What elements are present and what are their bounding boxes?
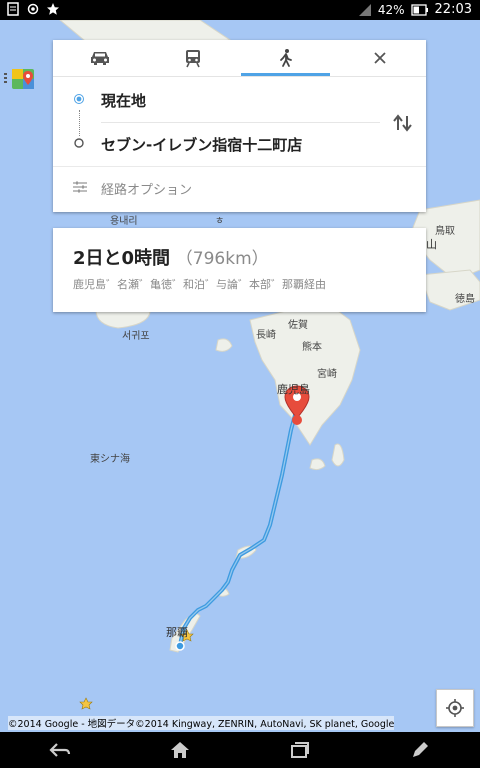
map-label-nagasaki: 長崎 — [256, 330, 276, 341]
map-label-top-partial: ㅎ — [215, 216, 225, 227]
map-label-miyazaki: 宮崎 — [317, 369, 337, 380]
map-label-naha: 那覇 — [166, 626, 188, 639]
origin-row[interactable]: 現在地 — [53, 88, 426, 112]
home-button[interactable] — [160, 735, 200, 765]
crosshair-icon — [446, 699, 464, 717]
swap-arrows-icon — [393, 114, 412, 132]
car-icon — [90, 52, 109, 65]
map-star-marker-south — [79, 697, 93, 710]
close-icon — [373, 52, 386, 64]
origin-dot-icon — [74, 94, 84, 104]
map-label-onaeri: 용내리 — [110, 216, 138, 227]
battery-icon — [410, 3, 428, 16]
walk-icon — [279, 49, 292, 67]
pen-icon — [413, 742, 428, 757]
gps-icon — [27, 3, 39, 15]
notification-doc-icon — [7, 2, 19, 16]
recents-button[interactable] — [280, 735, 320, 765]
route-distance: （796km） — [175, 249, 269, 269]
route-options-label: 経路オプション — [101, 183, 193, 198]
my-location-button[interactable] — [436, 689, 474, 727]
clock: 22:03 — [434, 2, 472, 17]
close-button[interactable] — [333, 40, 426, 76]
signal-icon — [358, 3, 371, 16]
route-via: 鹿児島゛名瀬゛亀徳゛和泊゛与論゛本部゛那覇経由 — [73, 278, 326, 291]
destination-circle-icon — [74, 138, 84, 148]
map-label-east-china-sea: 東シナ海 — [90, 454, 130, 465]
origin-dot — [175, 641, 185, 651]
directions-panel: 現在地 セブン-イレブン指宿十二町店 経路オプション — [53, 40, 426, 212]
map-label-okayama: 山 — [426, 238, 437, 251]
route-duration-line: 2日と0時間 （796km） — [73, 244, 269, 270]
status-right-icons: 42% 22:03 — [358, 2, 472, 17]
map-copyright: ©2014 Google - 地図データ©2014 Kingway, ZENRI… — [8, 716, 395, 730]
travel-mode-tabs — [53, 40, 426, 77]
back-button[interactable] — [40, 735, 80, 765]
land-goto — [215, 338, 233, 352]
map-label-saga: 佐賀 — [288, 320, 308, 331]
map-label-tokushima: 徳島 — [455, 294, 475, 305]
pen-button[interactable] — [400, 735, 440, 765]
star-icon — [47, 3, 59, 15]
destination-row[interactable]: セブン-イレブン指宿十二町店 — [53, 132, 426, 156]
tab-car[interactable] — [53, 40, 146, 76]
destination-label: セブン-イレブン指宿十二町店 — [101, 136, 303, 154]
battery-percent: 42% — [377, 2, 405, 17]
back-arrow-icon — [49, 743, 71, 757]
route-options-row[interactable]: 経路オプション — [53, 176, 426, 200]
map-label-kumamoto: 熊本 — [302, 342, 322, 353]
sliders-icon — [73, 181, 87, 193]
origin-label: 現在地 — [101, 92, 147, 110]
route-line — [178, 398, 298, 648]
home-icon — [171, 742, 189, 758]
map-label-seogwipo: 서귀포 — [122, 331, 150, 342]
tab-walk[interactable] — [239, 40, 332, 76]
route-summary-card[interactable]: 2日と0時間 （796km） 鹿児島゛名瀬゛亀徳゛和泊゛与論゛本部゛那覇経由 — [53, 228, 426, 312]
system-nav-bar — [0, 732, 480, 768]
maps-app-icon[interactable] — [4, 66, 44, 92]
panel-divider — [53, 166, 426, 167]
route-duration: 2日と0時間 — [73, 248, 171, 269]
tab-transit[interactable] — [146, 40, 239, 76]
land-tanegashima — [331, 443, 345, 467]
recent-apps-icon — [291, 742, 309, 758]
row-divider — [101, 122, 380, 123]
status-left-icons — [6, 2, 60, 16]
status-bar: 42% 22:03 — [0, 0, 480, 20]
swap-button[interactable] — [389, 110, 417, 136]
map-label-kagoshima: 鹿児島 — [277, 383, 310, 396]
land-yakushima — [309, 458, 326, 471]
map-label-tottori: 鳥取 — [435, 226, 455, 237]
train-icon — [185, 50, 200, 68]
